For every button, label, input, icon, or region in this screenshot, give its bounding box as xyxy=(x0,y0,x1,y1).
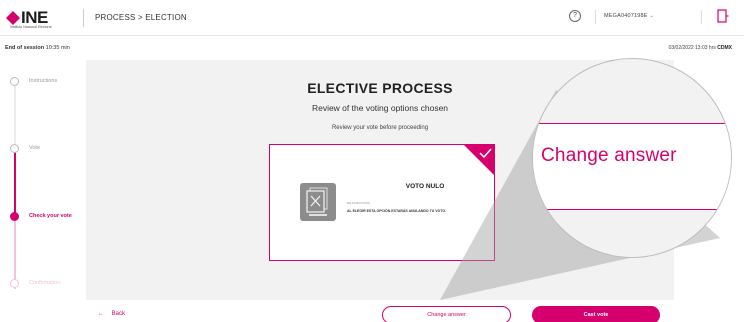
header-divider xyxy=(595,10,596,24)
back-button[interactable]: ← Back xyxy=(98,311,125,317)
timezone: CDMX xyxy=(717,45,732,51)
logo-subtext: Instituto Nacional Electoral xyxy=(10,25,52,29)
change-answer-button[interactable]: Change answer xyxy=(382,306,511,322)
step-dot xyxy=(10,212,19,221)
selected-option-card[interactable]: VOTO NULO DESCRIPCIÓN AL ELEGIR ESTA OPC… xyxy=(269,144,495,261)
option-description-label: DESCRIPCIÓN xyxy=(347,201,371,205)
checkmark-icon xyxy=(463,144,495,176)
magnifier-callout: Change answer xyxy=(532,58,732,258)
null-vote-icon xyxy=(300,183,336,221)
step-label: Vote xyxy=(29,145,41,151)
step-label: Confirmation xyxy=(29,280,61,286)
magnifier-border xyxy=(533,209,731,210)
option-title: VOTO NULO xyxy=(405,183,445,190)
user-menu[interactable]: MEGA0407198E ⌄ xyxy=(604,13,654,19)
step-dot xyxy=(10,279,19,288)
top-bar: INE Instituto Nacional Electoral PROCESS… xyxy=(0,0,744,36)
cast-vote-button[interactable]: Cast vote xyxy=(532,306,660,322)
bottom-action-bar: ← Back Change answer Cast vote xyxy=(86,300,674,322)
session-remaining: 10:35 min xyxy=(45,45,70,51)
ine-logo-icon xyxy=(6,11,20,25)
progress-stepper: Instructions Vote Check your vote Confir… xyxy=(0,60,86,322)
option-description: AL ELEGIR ESTA OPCIÓN ESTARÁS ANULANDO T… xyxy=(347,209,447,213)
breadcrumb: PROCESS > ELECTION xyxy=(95,13,187,22)
magnifier-label: Change answer xyxy=(541,145,677,166)
session-label: End of session xyxy=(5,45,45,51)
step-label: Instructions xyxy=(29,78,58,84)
exit-icon[interactable] xyxy=(717,9,729,23)
back-arrow-icon: ← xyxy=(98,311,104,317)
ine-logo[interactable]: INE Instituto Nacional Electoral xyxy=(6,8,78,30)
back-label: Back xyxy=(111,311,126,317)
magnifier-border xyxy=(533,123,731,124)
header-divider xyxy=(701,10,702,24)
stepper-track xyxy=(14,84,16,289)
header-divider xyxy=(83,9,84,27)
step-dot xyxy=(10,77,19,86)
datetime-value: 03/02/2022 13:03 hrs xyxy=(668,45,716,51)
datetime: 03/02/2022 13:03 hrs CDMX xyxy=(669,45,732,51)
step-dot xyxy=(10,144,19,153)
step-label: Check your vote xyxy=(29,213,72,219)
user-id: MEGA0407198E xyxy=(604,13,648,19)
session-timer: End of session 10:35 min xyxy=(5,45,70,51)
help-icon[interactable]: ? xyxy=(569,10,581,22)
chevron-down-icon: ⌄ xyxy=(649,13,655,19)
